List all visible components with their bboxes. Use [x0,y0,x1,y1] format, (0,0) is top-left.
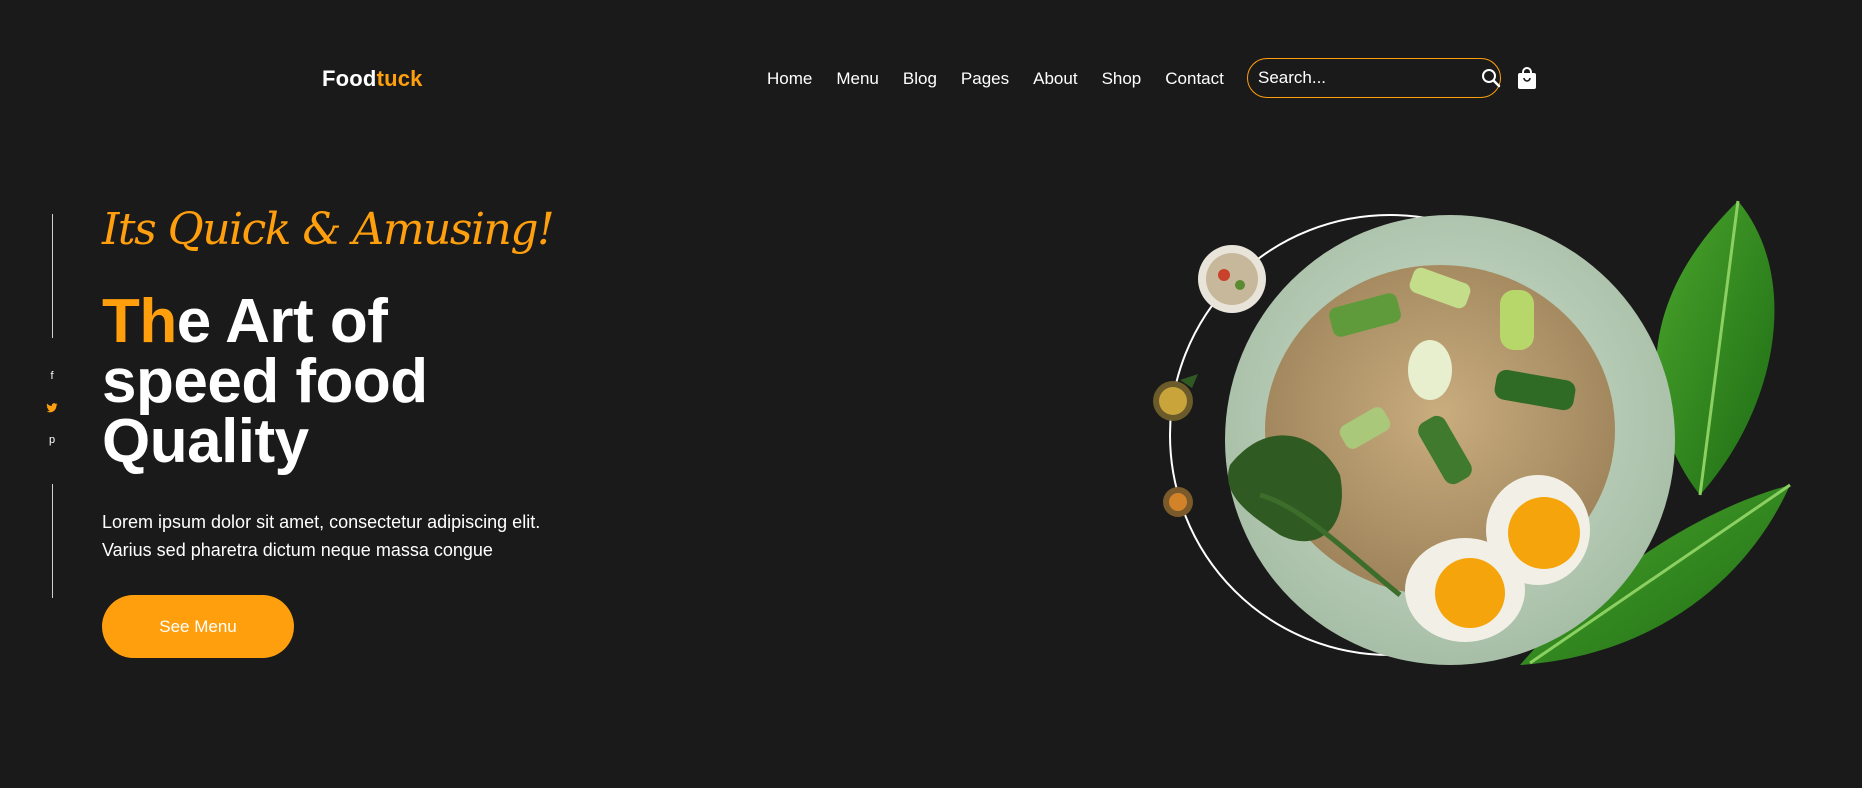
hero-description: Lorem ipsum dolor sit amet, consectetur … [102,508,662,564]
search-box [1247,58,1501,98]
divider-bottom [52,484,53,598]
search-input[interactable] [1256,67,1481,89]
hero-title-accent: Th [102,287,177,356]
nav-home[interactable]: Home [767,69,812,89]
divider-top [52,214,53,338]
logo-main: Food [322,66,377,91]
pinterest-icon[interactable]: p [44,432,60,448]
hero-title: The Art of speed food Quality [102,291,622,473]
twitter-icon[interactable] [44,400,60,416]
hero-food-image [1153,200,1791,665]
nav-shop[interactable]: Shop [1102,69,1142,89]
search-icon[interactable] [1481,67,1501,89]
hero-title-line-2: speed food [102,347,428,416]
hero-title-line-3: Quality [102,407,309,476]
hero-desc-line-2: Varius sed pharetra dictum neque massa c… [102,540,493,560]
hero-tagline: Its Quick & Amusing! [102,204,555,255]
shopping-bag-icon[interactable] [1516,66,1538,90]
nav-blog[interactable]: Blog [903,69,937,89]
main-nav: Home Menu Blog Pages About Shop Contact [767,69,1248,89]
logo[interactable]: Foodtuck [322,66,423,92]
nav-pages[interactable]: Pages [961,69,1009,89]
nav-contact[interactable]: Contact [1165,69,1224,89]
hero-desc-line-1: Lorem ipsum dolor sit amet, consectetur … [102,512,541,532]
nav-about[interactable]: About [1033,69,1077,89]
hero-title-rest: e Art of [176,287,388,356]
facebook-icon[interactable]: f [44,368,60,384]
nav-menu[interactable]: Menu [836,69,879,89]
logo-accent: tuck [376,66,423,91]
see-menu-button[interactable]: See Menu [102,595,294,658]
